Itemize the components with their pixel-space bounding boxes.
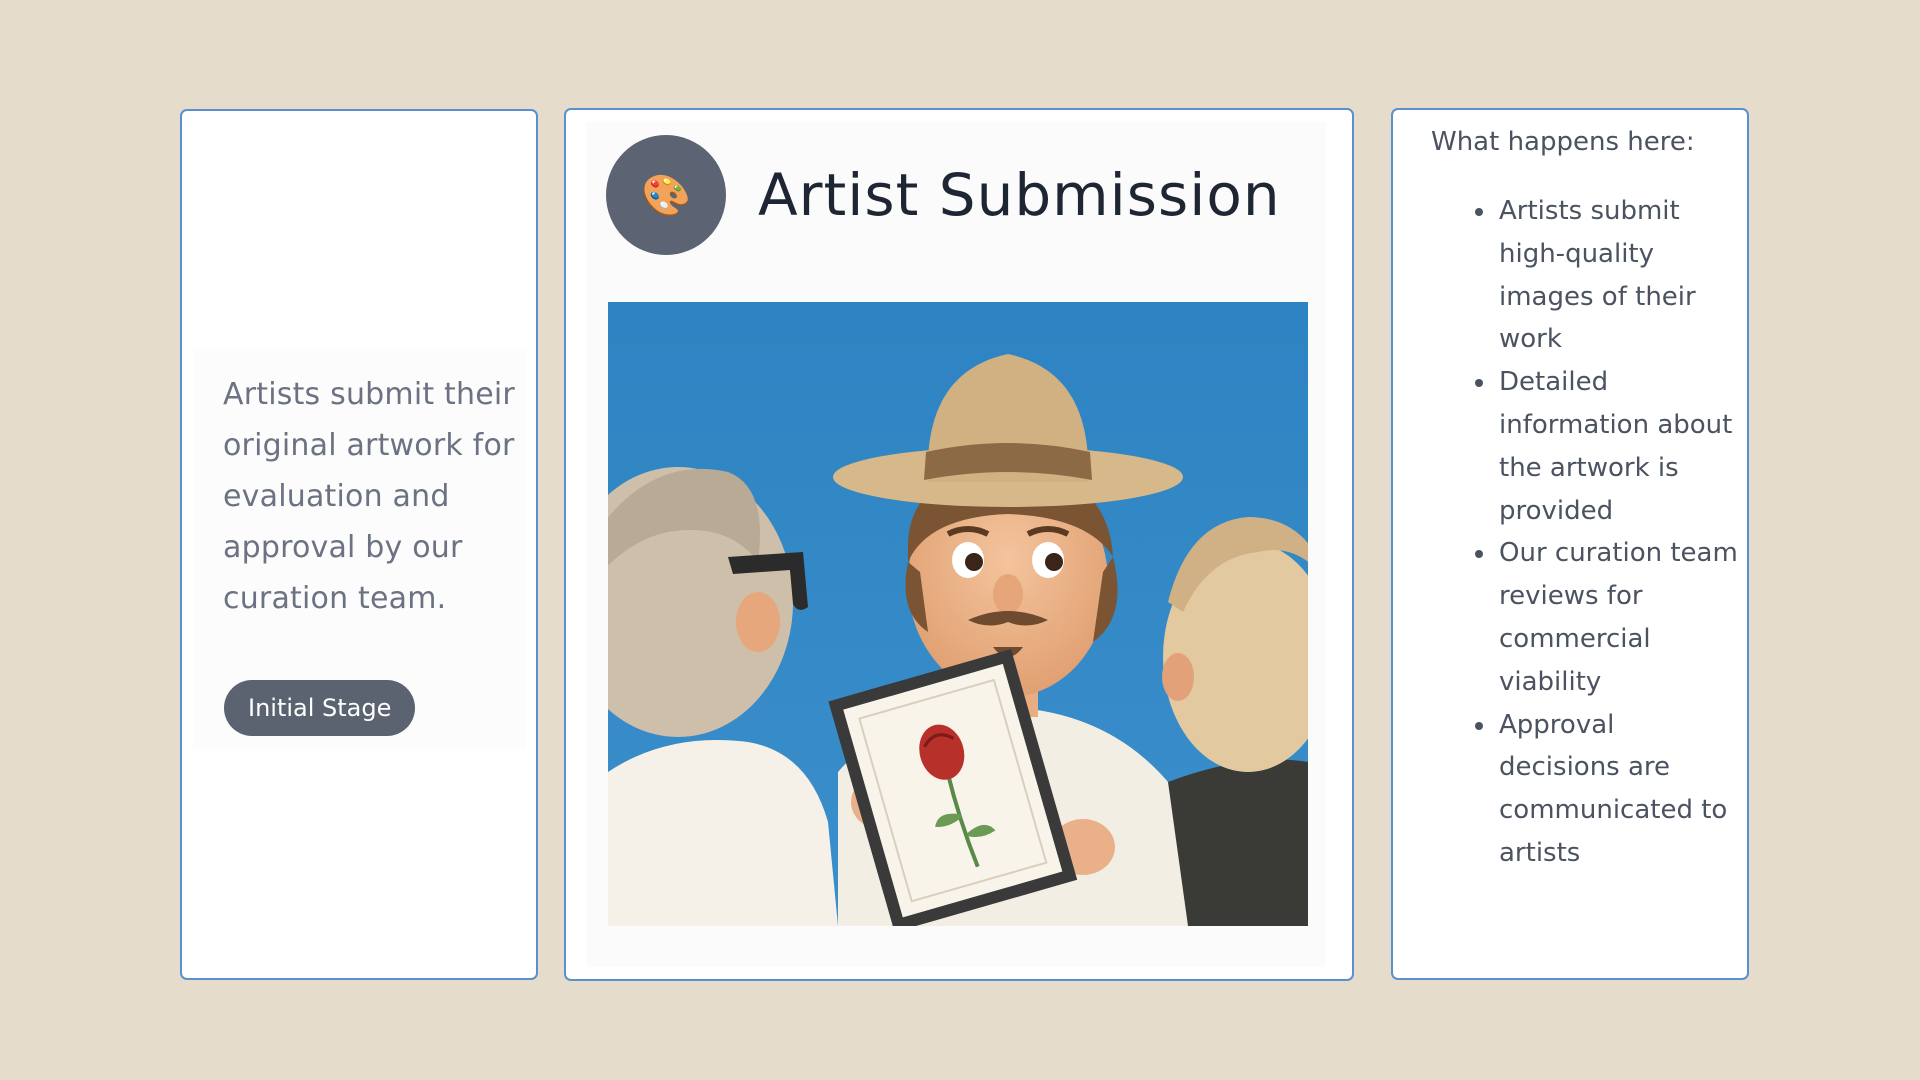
list-item: Artists submit high-quality images of th…	[1475, 190, 1739, 361]
list-item: Our curation team reviews for commercial…	[1475, 532, 1739, 703]
artwork-image	[608, 302, 1308, 926]
details-list: Artists submit high-quality images of th…	[1459, 190, 1739, 875]
list-item: Detailed information about the artwork i…	[1475, 361, 1739, 532]
stage-badge: Initial Stage	[224, 680, 416, 736]
main-card: 🎨 Artist Submission	[564, 108, 1354, 981]
page-title: Artist Submission	[758, 161, 1281, 229]
details-card: What happens here: Artists submit high-q…	[1391, 108, 1749, 980]
stage-info-content: Artists submit their original artwork fo…	[193, 349, 526, 749]
details-heading: What happens here:	[1431, 127, 1695, 157]
stage-description: Artists submit their original artwork fo…	[223, 377, 515, 616]
artist-palette-icon: 🎨	[606, 135, 726, 255]
stage-info-card: Artists submit their original artwork fo…	[180, 109, 538, 980]
artist-illustration	[608, 302, 1308, 926]
list-item: Approval decisions are communicated to a…	[1475, 704, 1739, 875]
card-header: 🎨 Artist Submission	[606, 135, 1281, 255]
main-card-content: 🎨 Artist Submission	[586, 122, 1326, 967]
palette-glyph: 🎨	[641, 172, 691, 219]
